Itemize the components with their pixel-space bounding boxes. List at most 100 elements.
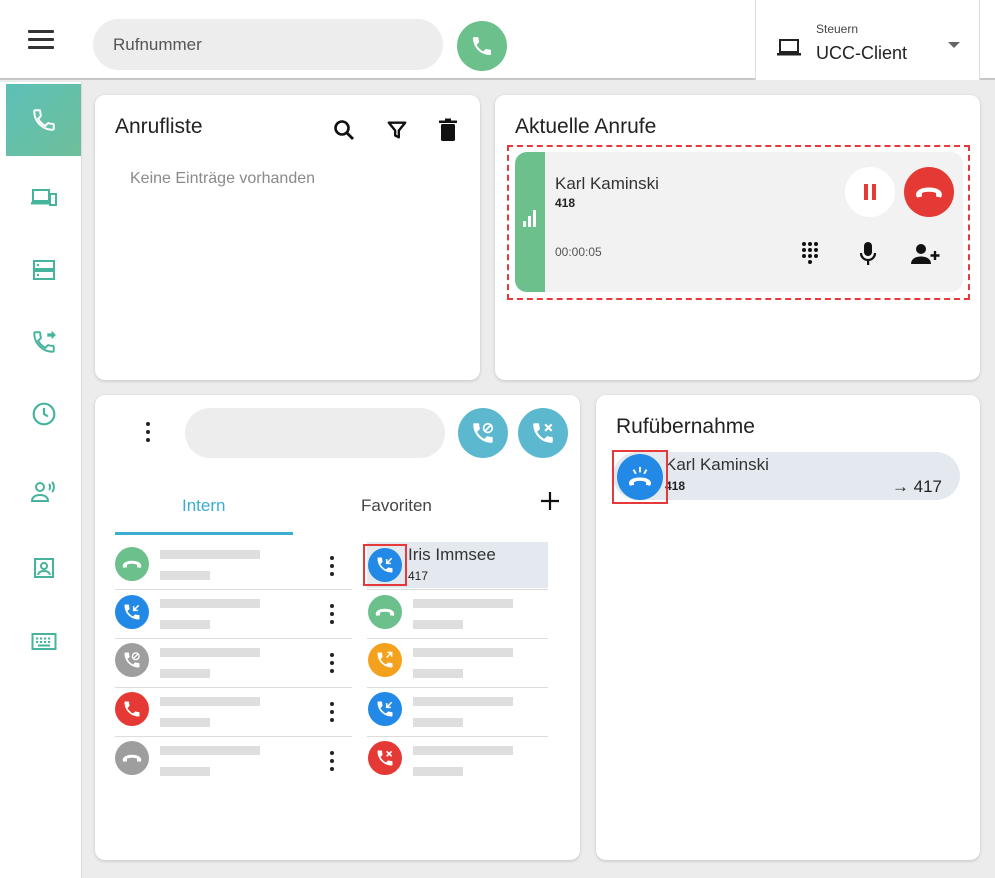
placeholder-line <box>160 550 260 559</box>
divider <box>115 687 352 688</box>
placeholder-line <box>413 746 513 755</box>
placeholder-line <box>413 767 463 776</box>
sidebar-item-calls[interactable] <box>6 84 81 156</box>
sidebar-item-devices[interactable] <box>6 162 81 234</box>
row-menu-icon[interactable] <box>325 554 339 578</box>
divider <box>115 589 352 590</box>
directory-card: Intern Favoriten Iris Immsee 417 <box>95 395 580 860</box>
pickup-caller-number: 418 <box>665 479 686 493</box>
delete-icon[interactable] <box>435 116 461 144</box>
active-tab-indicator <box>115 532 293 535</box>
row-menu-icon[interactable] <box>325 700 339 724</box>
call-pickup-card: Rufübernahme Karl Kaminski 418 → 417 <box>596 395 980 860</box>
current-calls-title: Aktuelle Anrufe <box>515 115 657 138</box>
add-participant-icon[interactable] <box>910 240 944 268</box>
divider <box>367 687 548 688</box>
pickup-button[interactable] <box>617 454 663 500</box>
placeholder-line <box>413 669 463 678</box>
placeholder-line <box>160 648 260 657</box>
placeholder-line <box>160 599 260 608</box>
favorite-number: 417 <box>408 569 429 583</box>
phone-hangup-icon <box>115 741 149 775</box>
phone-blocked-icon <box>473 422 494 443</box>
call-pickup-title: Rufübernahme <box>616 415 755 438</box>
favorite-name: Iris Immsee <box>408 545 496 564</box>
microphone-icon[interactable] <box>857 240 879 268</box>
row-menu-icon[interactable] <box>325 602 339 626</box>
placeholder-line <box>160 620 210 629</box>
call-duration: 00:00:05 <box>555 245 602 259</box>
reject-calls-button[interactable] <box>518 408 568 458</box>
phone-icon <box>473 37 491 55</box>
placeholder-line <box>413 620 463 629</box>
placeholder-line <box>160 718 210 727</box>
divider <box>115 638 352 639</box>
current-calls-card: Aktuelle Anrufe Karl Kaminski 418 00:00:… <box>495 95 980 380</box>
sidebar-item-servers[interactable] <box>6 234 81 306</box>
hangup-icon <box>916 187 942 198</box>
phone-icon <box>32 109 55 131</box>
top-bar: Steuern UCC-Client <box>0 0 995 80</box>
devices-icon <box>30 189 57 206</box>
device-value: UCC-Client <box>816 43 908 63</box>
phone-blocked-icon <box>115 643 149 677</box>
divider <box>367 638 548 639</box>
laptop-icon <box>777 39 801 56</box>
caller-number: 418 <box>555 196 576 210</box>
phone-ringing-icon <box>628 466 652 486</box>
active-call-item[interactable]: Karl Kaminski 418 00:00:05 <box>515 152 963 292</box>
sidebar-item-voicemail[interactable] <box>6 456 81 528</box>
contact-card-icon <box>33 558 54 578</box>
tab-favoriten[interactable]: Favoriten <box>361 496 432 516</box>
pickup-caller-name: Karl Kaminski <box>665 455 769 474</box>
placeholder-line <box>413 648 513 657</box>
placeholder-line <box>160 669 210 678</box>
row-menu-icon[interactable] <box>325 749 339 773</box>
phone-hangup-icon <box>115 547 149 581</box>
do-not-disturb-button[interactable] <box>458 408 508 458</box>
search-icon[interactable] <box>331 117 357 143</box>
dialpad-icon[interactable] <box>798 240 822 268</box>
hangup-button[interactable] <box>904 167 954 217</box>
sidebar-item-forwarding[interactable] <box>6 306 81 378</box>
phone-incoming-icon <box>368 692 402 726</box>
pickup-target: → 417 <box>891 477 942 496</box>
call-status-strip <box>515 152 545 292</box>
placeholder-line <box>160 746 260 755</box>
pause-icon <box>864 184 876 200</box>
placeholder-line <box>413 599 513 608</box>
signal-bars-icon <box>523 210 536 227</box>
placeholder-line <box>413 697 513 706</box>
sidebar-item-history[interactable] <box>6 378 81 450</box>
sidebar-item-contacts[interactable] <box>6 532 81 604</box>
placeholder-line <box>160 571 210 580</box>
device-selector[interactable]: Steuern UCC-Client <box>755 0 980 80</box>
phone-number-input[interactable] <box>93 19 443 70</box>
add-icon[interactable] <box>539 490 561 512</box>
device-caption: Steuern <box>816 22 859 36</box>
divider <box>115 736 352 737</box>
call-list-card: Anrufliste Keine Einträge vorhanden <box>95 95 480 380</box>
placeholder-line <box>160 697 260 706</box>
placeholder-line <box>160 767 210 776</box>
phone-cancel-icon <box>533 423 553 443</box>
phone-cancel-icon <box>368 741 402 775</box>
phone-incoming-icon <box>368 548 402 582</box>
dial-button[interactable] <box>457 21 507 71</box>
keyboard-icon <box>31 633 56 650</box>
filter-icon[interactable] <box>384 117 410 143</box>
phone-incoming-icon <box>115 595 149 629</box>
tab-intern[interactable]: Intern <box>182 496 225 516</box>
sidebar-item-keyboard[interactable] <box>6 606 81 678</box>
directory-search-input[interactable] <box>185 408 445 458</box>
row-menu-icon[interactable] <box>325 651 339 675</box>
server-icon <box>32 260 55 280</box>
phone-hangup-icon <box>368 595 402 629</box>
empty-list-text: Keine Einträge vorhanden <box>130 170 316 187</box>
phone-forward-icon <box>368 643 402 677</box>
call-list-title: Anrufliste <box>115 115 203 138</box>
hold-button[interactable] <box>845 167 895 217</box>
divider <box>367 589 548 590</box>
directory-menu-icon[interactable] <box>141 420 155 444</box>
menu-icon[interactable] <box>28 30 54 50</box>
